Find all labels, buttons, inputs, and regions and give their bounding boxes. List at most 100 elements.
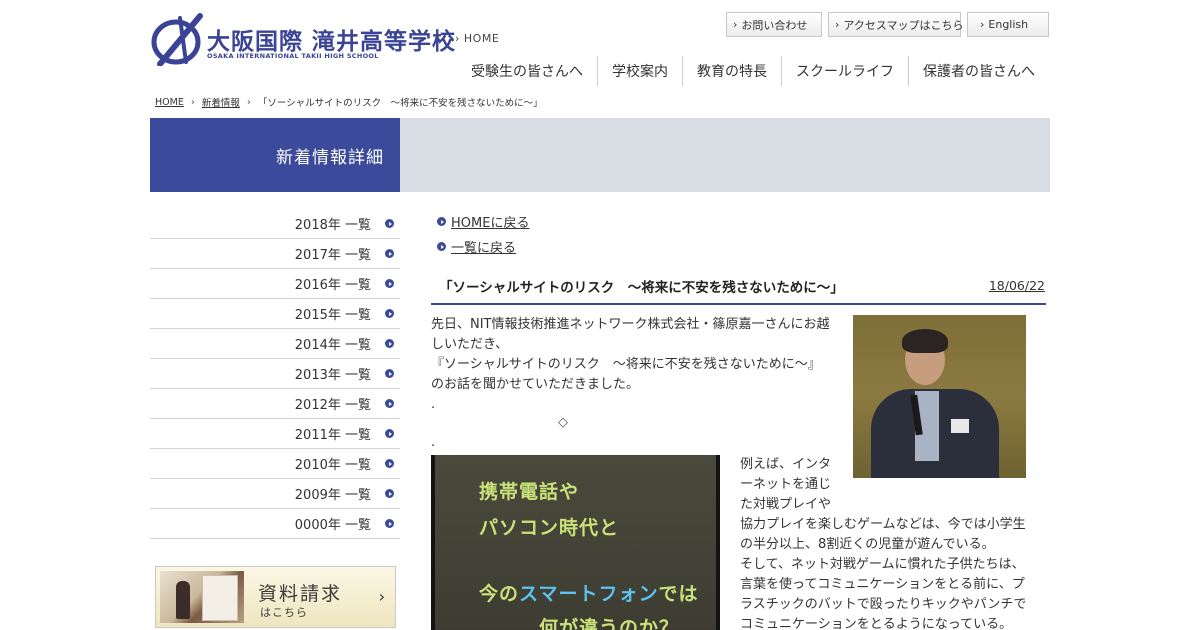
sidebar-item-2009[interactable]: 2009年 一覧 xyxy=(150,479,400,509)
request-banner-title: 資料請求 xyxy=(258,583,343,605)
request-banner-photo xyxy=(160,571,244,623)
nav-parents[interactable]: 保護者の皆さんへ xyxy=(908,56,1049,86)
breadcrumb-news[interactable]: 新着情報 xyxy=(202,95,240,109)
contact-button[interactable]: › お問い合わせ xyxy=(726,12,822,37)
article-body: 例えば、インタ ーネットを通じ た対戦プレイや 協力プレイを楽しむゲームなどは、… xyxy=(740,455,1040,630)
text-line: 言葉を使ってコミュニケーションをとる前に、プ xyxy=(740,577,1025,592)
chevron-right-icon: › xyxy=(190,96,195,108)
school-logo[interactable]: 大阪国際 滝井高等学校 OSAKA INTERNATIONAL TAKII HI… xyxy=(150,12,455,66)
article-header: 「ソーシャルサイトのリスク ～将来に不安を残さないために～」 18/06/22 xyxy=(431,272,1046,305)
access-map-button[interactable]: › アクセスマップはこちら xyxy=(828,12,964,37)
nav-education[interactable]: 教育の特長 xyxy=(682,56,781,86)
text-line: そして、ネット対戦ゲームに慣れた子供たちは、 xyxy=(740,557,1025,572)
article-intro: 先日、NIT情報技術推進ネットワーク株式会社・篠原嘉一さんにお越 しいただき、 … xyxy=(431,315,833,415)
arrow-circle-icon xyxy=(385,309,394,318)
sidebar-item-label: 2011年 一覧 xyxy=(294,428,371,443)
sidebar-item-2011[interactable]: 2011年 一覧 xyxy=(150,419,400,449)
logo-text: 大阪国際 滝井高等学校 xyxy=(207,29,457,55)
sidebar-item-2018[interactable]: 2018年 一覧 xyxy=(150,209,400,239)
arrow-circle-icon xyxy=(385,249,394,258)
access-map-label: アクセスマップはこちら xyxy=(843,18,964,32)
speaker-photo xyxy=(853,315,1026,478)
text-line: の半分以上、8割近くの児童が遊んでいる。 xyxy=(740,537,995,552)
sidebar-item-label: 2010年 一覧 xyxy=(294,458,371,473)
text-line: 協力プレイを楽しむゲームなどは、今では小学生 xyxy=(740,517,1026,532)
request-banner-subtitle: はこちら xyxy=(260,606,308,619)
chevron-right-icon: › xyxy=(378,587,385,606)
slide-text: 何が違うのか？ xyxy=(539,617,680,630)
sidebar-item-label: 2014年 一覧 xyxy=(294,338,371,353)
nav-about-school[interactable]: 学校案内 xyxy=(597,56,682,86)
breadcrumb-current: 「ソーシャルサイトのリスク ～将来に不安を残さないために～」 xyxy=(257,98,543,109)
contact-label: お問い合わせ xyxy=(741,18,808,32)
sidebar-item-2015[interactable]: 2015年 一覧 xyxy=(150,299,400,329)
slide-screen: 携帯電話や パソコン時代と 今のスマートフォンでは 何が違うのか？ xyxy=(435,455,716,630)
arrow-circle-icon xyxy=(385,369,394,378)
arrow-circle-icon xyxy=(437,242,446,251)
sidebar-item-label: 2013年 一覧 xyxy=(294,368,371,383)
sidebar-item-2014[interactable]: 2014年 一覧 xyxy=(150,329,400,359)
document-request-banner[interactable]: 資料請求 はこちら › xyxy=(155,566,396,628)
arrow-circle-icon xyxy=(385,399,394,408)
text-line: 先日、NIT情報技術推進ネットワーク株式会社・篠原嘉一さんにお越 xyxy=(431,317,830,332)
text-line: コミュニケーションをとるようになっている。 xyxy=(740,617,1013,630)
sidebar-item-2010[interactable]: 2010年 一覧 xyxy=(150,449,400,479)
sidebar-item-label: 0000年 一覧 xyxy=(294,518,371,533)
article-title: 「ソーシャルサイトのリスク ～将来に不安を残さないために～」 xyxy=(439,280,844,296)
text-line: のお話を聞かせていただきました。 xyxy=(431,377,640,392)
slide-text: 携帯電話や xyxy=(479,481,580,503)
breadcrumb: HOME › 新着情報 › 「ソーシャルサイトのリスク ～将来に不安を残さないた… xyxy=(155,95,543,110)
article-main: HOMEに戻る 一覧に戻る 「ソーシャルサイトのリスク ～将来に不安を残さないた… xyxy=(431,209,1046,630)
back-list-link[interactable]: 一覧に戻る xyxy=(451,237,516,256)
slide-text: 今の xyxy=(479,583,520,605)
text-line: ーネットを通じ xyxy=(740,477,832,492)
arrow-circle-icon xyxy=(437,217,446,226)
slide-text-highlight: スマートフォン xyxy=(519,583,659,605)
english-label: English xyxy=(988,18,1029,31)
arrow-circle-icon xyxy=(385,339,394,348)
text-line: 例えば、インタ xyxy=(740,457,832,472)
chevron-right-icon: › xyxy=(246,96,251,108)
english-button[interactable]: › English xyxy=(967,12,1049,37)
diamond-separator: ◇ xyxy=(558,415,568,430)
sidebar-year-list: 2018年 一覧 2017年 一覧 2016年 一覧 2015年 一覧 2014… xyxy=(150,209,400,539)
sidebar-item-2013[interactable]: 2013年 一覧 xyxy=(150,359,400,389)
arrow-circle-icon xyxy=(385,429,394,438)
global-nav: 受験生の皆さんへ 学校案内 教育の特長 スクールライフ 保護者の皆さんへ xyxy=(457,56,1049,86)
sidebar-item-label: 2017年 一覧 xyxy=(294,248,371,263)
chevron-right-icon: › xyxy=(835,18,840,31)
header-home-link[interactable]: HOME xyxy=(455,32,499,45)
arrow-circle-icon xyxy=(385,489,394,498)
logo-subtitle: OSAKA INTERNATIONAL TAKII HIGH SCHOOL xyxy=(207,52,379,60)
back-home-link[interactable]: HOMEに戻る xyxy=(451,212,529,231)
nav-applicants[interactable]: 受験生の皆さんへ xyxy=(457,56,597,86)
back-home-row: HOMEに戻る xyxy=(431,209,1046,234)
text-dot: . xyxy=(431,435,436,450)
sidebar-item-label: 2015年 一覧 xyxy=(294,308,371,323)
page-title-band: 新着情報詳細 xyxy=(150,118,1050,192)
sidebar-item-label: 2016年 一覧 xyxy=(294,278,371,293)
logo-mark-icon xyxy=(151,13,203,66)
text-line: . xyxy=(431,397,436,412)
text-line: しいただき、 xyxy=(431,337,509,352)
text-line: 『ソーシャルサイトのリスク ～将来に不安を残さないために～』 xyxy=(431,357,821,372)
utility-buttons: › お問い合わせ › アクセスマップはこちら › English xyxy=(726,12,1049,37)
arrow-circle-icon xyxy=(385,219,394,228)
text-line: た対戦プレイや xyxy=(740,497,832,512)
breadcrumb-home[interactable]: HOME xyxy=(155,97,184,108)
sidebar-item-2012[interactable]: 2012年 一覧 xyxy=(150,389,400,419)
arrow-circle-icon xyxy=(385,279,394,288)
text-line: ラスチックのバットで殴ったりキックやパンチで xyxy=(740,597,1027,612)
arrow-circle-icon xyxy=(385,459,394,468)
sidebar-item-2017[interactable]: 2017年 一覧 xyxy=(150,239,400,269)
slide-photo: 携帯電話や パソコン時代と 今のスマートフォンでは 何が違うのか？ xyxy=(431,455,720,630)
sidebar-item-label: 2012年 一覧 xyxy=(294,398,371,413)
sidebar-item-2016[interactable]: 2016年 一覧 xyxy=(150,269,400,299)
chevron-right-icon: › xyxy=(733,18,738,31)
slide-text: では xyxy=(658,583,699,605)
nav-school-life[interactable]: スクールライフ xyxy=(781,56,908,86)
chevron-right-icon: › xyxy=(980,18,985,31)
article-date: 18/06/22 xyxy=(988,278,1045,293)
sidebar-item-0000[interactable]: 0000年 一覧 xyxy=(150,509,400,539)
sidebar-item-label: 2009年 一覧 xyxy=(294,488,371,503)
